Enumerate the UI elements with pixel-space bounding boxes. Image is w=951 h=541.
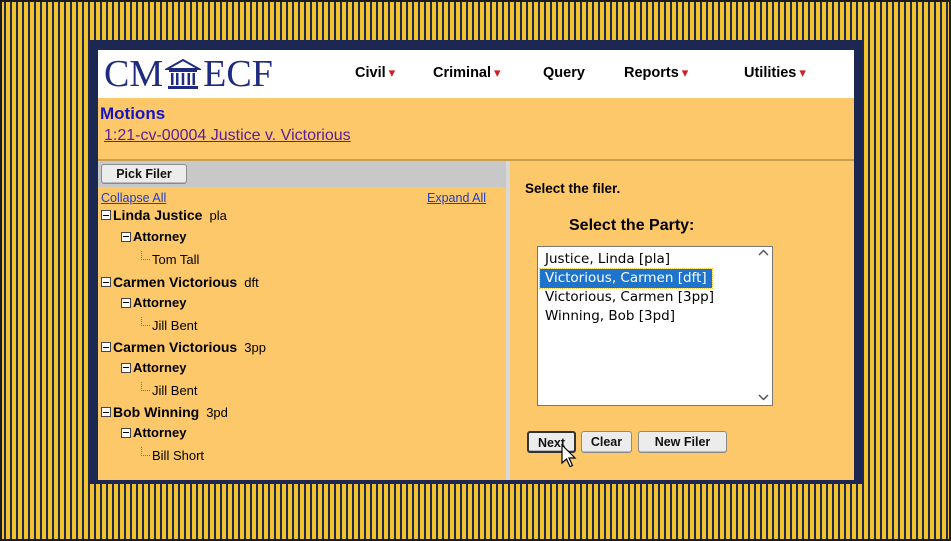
tree-party-row[interactable]: Bob Winning 3pd bbox=[101, 404, 228, 420]
courthouse-icon bbox=[163, 57, 203, 91]
scroll-up-icon[interactable] bbox=[758, 249, 769, 260]
menu-reports[interactable]: Reports ▾ bbox=[624, 65, 688, 81]
party-name: Carmen Victorious bbox=[113, 274, 238, 290]
menu-criminal-label: Criminal bbox=[433, 65, 492, 81]
menu-civil-label: Civil bbox=[355, 65, 386, 81]
scroll-down-icon[interactable] bbox=[758, 393, 769, 404]
menu-reports-label: Reports bbox=[624, 65, 679, 81]
mouse-cursor-icon bbox=[561, 443, 577, 473]
pick-filer-bar: Pick Filer bbox=[98, 161, 506, 187]
party-name: Linda Justice bbox=[113, 207, 203, 223]
select-filer-label: Select the filer. bbox=[525, 181, 621, 196]
menu-utilities-label: Utilities bbox=[744, 65, 797, 81]
page-title: Motions bbox=[100, 104, 166, 123]
tree-attorney-leaf[interactable]: Tom Tall bbox=[141, 251, 200, 267]
collapse-icon[interactable] bbox=[101, 277, 111, 287]
attorney-label: Attorney bbox=[133, 425, 187, 440]
tree-attorney-row[interactable]: Attorney bbox=[121, 229, 186, 244]
party-role: 3pp bbox=[244, 339, 266, 355]
tree-branch-icon bbox=[141, 317, 150, 326]
menu-criminal[interactable]: Criminal ▾ bbox=[433, 65, 501, 81]
collapse-all-link[interactable]: Collapse All bbox=[101, 191, 166, 205]
expand-all-link[interactable]: Expand All bbox=[427, 191, 486, 205]
page-heading: Motions 1:21-cv-00004 Justice v. Victori… bbox=[98, 98, 854, 158]
menu-query[interactable]: Query bbox=[543, 65, 585, 81]
app-panel: CM ECF Civil ▾ Criminal ▾ Query Reports … bbox=[98, 50, 854, 480]
tree-attorney-row[interactable]: Attorney bbox=[121, 425, 186, 440]
pick-filer-button[interactable]: Pick Filer bbox=[101, 164, 187, 184]
party-option-selected[interactable]: Victorious, Carmen [dft] bbox=[539, 268, 713, 289]
party-role: pla bbox=[209, 207, 227, 223]
party-option[interactable]: Winning, Bob [3pd] bbox=[540, 307, 680, 326]
tree-branch-icon bbox=[141, 447, 150, 456]
collapse-icon[interactable] bbox=[121, 231, 131, 242]
tree-party-row[interactable]: Linda Justice pla bbox=[101, 207, 227, 223]
party-role: 3pd bbox=[206, 404, 228, 420]
clear-button[interactable]: Clear bbox=[581, 431, 632, 453]
attorney-name: Jill Bent bbox=[152, 318, 198, 333]
collapse-icon[interactable] bbox=[101, 407, 111, 417]
attorney-name: Bill Short bbox=[152, 448, 205, 463]
party-name: Bob Winning bbox=[113, 404, 200, 420]
tree-attorney-row[interactable]: Attorney bbox=[121, 295, 186, 310]
attorney-name: Tom Tall bbox=[152, 252, 200, 267]
party-option[interactable]: Justice, Linda [pla] bbox=[540, 250, 675, 269]
chevron-down-icon: ▾ bbox=[494, 65, 501, 80]
attorney-name: Jill Bent bbox=[152, 383, 198, 398]
attorney-label: Attorney bbox=[133, 360, 187, 375]
tree-attorney-leaf[interactable]: Jill Bent bbox=[141, 382, 198, 398]
chevron-down-icon: ▾ bbox=[799, 65, 806, 80]
tree-branch-icon bbox=[141, 251, 150, 260]
collapse-icon[interactable] bbox=[101, 210, 111, 220]
case-link[interactable]: 1:21-cv-00004 Justice v. Victorious bbox=[104, 127, 351, 145]
menu-query-label: Query bbox=[543, 65, 585, 81]
tree-attorney-leaf[interactable]: Jill Bent bbox=[141, 317, 198, 333]
tree-party-row[interactable]: Carmen Victorious dft bbox=[101, 274, 259, 290]
tree-attorney-row[interactable]: Attorney bbox=[121, 360, 186, 375]
menu-civil[interactable]: Civil ▾ bbox=[355, 65, 395, 81]
logo-text-left: CM bbox=[104, 53, 164, 95]
collapse-icon[interactable] bbox=[121, 427, 131, 438]
party-listbox[interactable]: Justice, Linda [pla] Victorious, Carmen … bbox=[537, 246, 773, 406]
menu-utilities[interactable]: Utilities ▾ bbox=[744, 65, 806, 81]
tree-party-row[interactable]: Carmen Victorious 3pp bbox=[101, 339, 266, 355]
listbox-scrollbar[interactable] bbox=[755, 247, 772, 405]
logo-text-right: ECF bbox=[203, 53, 273, 95]
collapse-icon[interactable] bbox=[101, 342, 111, 352]
tree-branch-icon bbox=[141, 382, 150, 391]
party-select-pane: Select the filer. Select the Party: Just… bbox=[510, 161, 854, 480]
header-bar: CM ECF Civil ▾ Criminal ▾ Query Reports … bbox=[98, 50, 854, 98]
party-name: Carmen Victorious bbox=[113, 339, 238, 355]
new-filer-button[interactable]: New Filer bbox=[638, 431, 727, 453]
collapse-icon[interactable] bbox=[121, 297, 131, 308]
cmecf-logo: CM ECF bbox=[104, 53, 273, 95]
attorney-label: Attorney bbox=[133, 295, 187, 310]
party-option[interactable]: Victorious, Carmen [3pp] bbox=[540, 288, 719, 307]
filer-tree-pane: Pick Filer Collapse All Expand All Linda… bbox=[98, 161, 506, 480]
app-frame: CM ECF Civil ▾ Criminal ▾ Query Reports … bbox=[88, 40, 863, 484]
collapse-icon[interactable] bbox=[121, 362, 131, 373]
attorney-label: Attorney bbox=[133, 229, 187, 244]
chevron-down-icon: ▾ bbox=[388, 65, 396, 80]
tree-attorney-leaf[interactable]: Bill Short bbox=[141, 447, 205, 463]
party-role: dft bbox=[244, 274, 259, 290]
select-party-label: Select the Party: bbox=[569, 217, 695, 234]
chevron-down-icon: ▾ bbox=[681, 65, 689, 80]
